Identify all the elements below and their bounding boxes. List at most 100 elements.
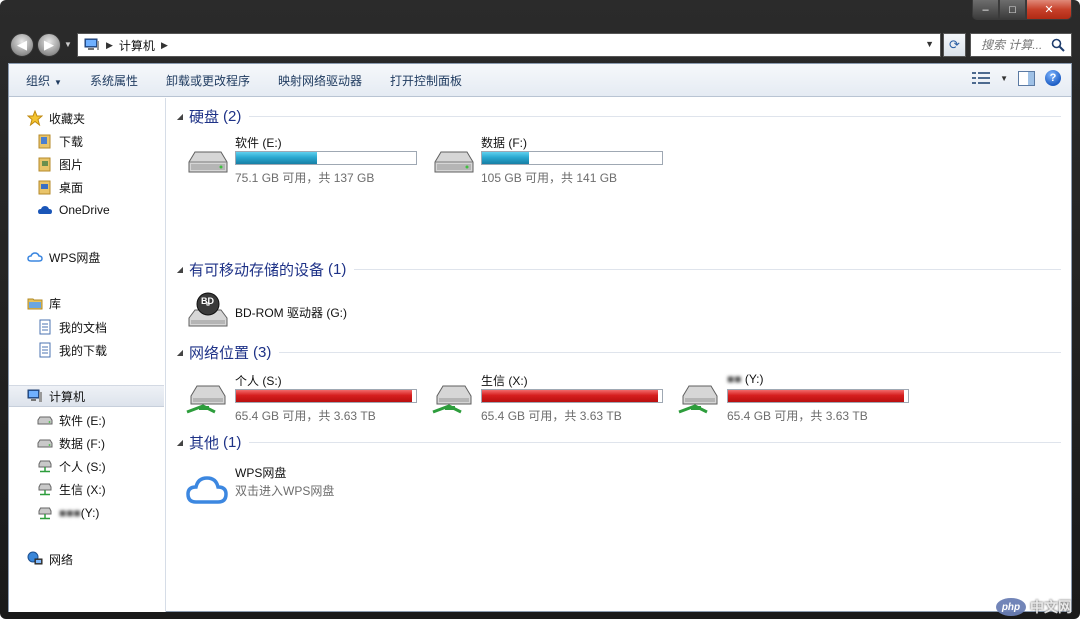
drive-free-space: 65.4 GB 可用，共 3.63 TB [481, 409, 622, 423]
sidebar-item-label: 计算机 [49, 389, 86, 404]
network-drive-icon [37, 505, 53, 521]
drive-tile-s[interactable]: 个人 (S:) 65.4 GB 可用，共 3.63 TB [185, 372, 425, 423]
close-button[interactable]: ✕ [1026, 0, 1072, 20]
computer-icon [27, 388, 43, 404]
sidebar-item-desktop[interactable]: 桌面 [9, 176, 164, 198]
group-divider [249, 115, 1061, 117]
network-drive-icon [432, 385, 472, 414]
recent-pages-dropdown[interactable]: ▼ [64, 40, 72, 49]
address-dropdown-icon[interactable]: ▼ [925, 39, 934, 49]
refresh-button[interactable]: ⟳ [943, 33, 966, 57]
group-count: (1) [328, 260, 347, 278]
sidebar-item-computer[interactable]: 计算机 [9, 385, 164, 407]
view-controls: ▼ ? [972, 70, 1061, 86]
preview-pane-icon[interactable] [1018, 70, 1035, 86]
drive-name: 软件 (E:) [235, 136, 282, 150]
sidebar-item-label: WPS网盘 [49, 250, 101, 265]
explorer-content: 组织▼ 系统属性 卸载或更改程序 映射网络驱动器 打开控制面板 ▼ ? 收藏夹 [8, 63, 1072, 612]
maximize-button[interactable]: □ [999, 0, 1026, 20]
collapse-triangle-icon[interactable]: ◢ [171, 438, 189, 447]
collapse-triangle-icon[interactable]: ◢ [171, 348, 189, 357]
back-button[interactable]: ◀ [10, 33, 34, 57]
search-input[interactable] [981, 38, 1051, 52]
drive-tile-y[interactable]: ■■ (Y:) 65.4 GB 可用，共 3.63 TB [677, 372, 917, 423]
group-divider [279, 351, 1061, 353]
open-control-panel-button[interactable]: 打开控制面板 [376, 72, 476, 89]
wps-drive-tile[interactable]: WPS网盘 双击进入WPS网盘 [185, 464, 425, 514]
sidebar-item-onedrive[interactable]: OneDrive [9, 199, 164, 221]
breadcrumb-separator-icon[interactable]: ▶ [106, 40, 113, 51]
sidebar-item-my-documents[interactable]: 我的文档 [9, 316, 164, 338]
sidebar-item-drive-x[interactable]: 生信 (X:) [9, 478, 164, 500]
forward-arrow-icon: ▶ [44, 37, 54, 52]
back-arrow-icon: ◀ [17, 37, 27, 52]
system-properties-button[interactable]: 系统属性 [76, 72, 152, 89]
sidebar-item-my-downloads[interactable]: 我的下载 [9, 339, 164, 361]
view-options-chevron-icon[interactable]: ▼ [1000, 74, 1008, 83]
map-network-drive-button[interactable]: 映射网络驱动器 [264, 72, 376, 89]
group-header-other[interactable]: ◢ 其他 (1) [167, 431, 1065, 453]
collapse-triangle-icon[interactable]: ◢ [171, 265, 189, 274]
change-view-icon[interactable] [972, 71, 991, 85]
window-frame: – □ ✕ ◀ ▶ ▼ ▶ 计算机 ▶ ▼ ⟳ 组织▼ 系统属性 卸载或更改程序… [0, 0, 1080, 619]
wps-cloud-icon [27, 249, 43, 265]
group-header-network-locations[interactable]: ◢ 网络位置 (3) [167, 341, 1065, 363]
sidebar-item-drive-e[interactable]: 软件 (E:) [9, 409, 164, 431]
group-header-hard-drives[interactable]: ◢ 硬盘 (2) [167, 105, 1065, 127]
group-count: (3) [253, 343, 272, 361]
address-bar[interactable]: ▶ 计算机 ▶ ▼ [77, 33, 941, 57]
sidebar-item-pictures[interactable]: 图片 [9, 153, 164, 175]
drive-free-space: 105 GB 可用，共 141 GB [481, 171, 618, 185]
sidebar-item-libraries[interactable]: 库 [9, 292, 164, 314]
breadcrumb-computer[interactable]: 计算机 [119, 37, 155, 54]
drive-tile-f[interactable]: 数据 (F:) 105 GB 可用，共 141 GB [431, 134, 671, 185]
network-drive-icon [37, 458, 53, 474]
library-icon [27, 295, 43, 311]
uninstall-program-button[interactable]: 卸载或更改程序 [152, 72, 264, 89]
help-icon[interactable]: ? [1045, 70, 1061, 86]
sidebar-item-label: 收藏夹 [49, 111, 86, 126]
sidebar-item-wps-drive[interactable]: WPS网盘 [9, 246, 164, 268]
breadcrumb-separator-icon[interactable]: ▶ [161, 40, 168, 51]
watermark: php 中文网 [996, 597, 1072, 617]
sidebar-item-label: 下载 [59, 134, 84, 149]
refresh-icon: ⟳ [949, 37, 960, 52]
drive-tile-g[interactable]: BD BD-ROM 驱动器 (G:) [185, 286, 425, 336]
drive-tile-e[interactable]: 软件 (E:) 75.1 GB 可用，共 137 GB [185, 134, 425, 185]
group-count: (1) [223, 433, 242, 451]
sidebar-item-label: 个人 (S:) [59, 459, 106, 474]
search-icon[interactable] [1051, 38, 1065, 52]
organize-menu[interactable]: 组织 ▼ [9, 72, 76, 89]
sidebar-item-drive-s[interactable]: 个人 (S:) [9, 455, 164, 477]
group-divider [249, 441, 1061, 443]
minimize-button[interactable]: – [972, 0, 999, 20]
caption-buttons: – □ ✕ [972, 0, 1072, 20]
forward-button[interactable]: ▶ [37, 33, 61, 57]
pictures-folder-icon [37, 156, 53, 172]
drive-free-space: 65.4 GB 可用，共 3.63 TB [235, 409, 376, 423]
sidebar-item-drive-f[interactable]: 数据 (F:) [9, 432, 164, 454]
onedrive-cloud-icon [37, 202, 53, 218]
drive-usage-bar [235, 389, 417, 403]
group-divider [354, 268, 1061, 270]
drive-tile-x[interactable]: 生信 (X:) 65.4 GB 可用，共 3.63 TB [431, 372, 671, 423]
sidebar-item-drive-y[interactable]: ■■■ (Y:) [9, 502, 164, 524]
drive-name: 生信 (X:) [481, 374, 528, 388]
group-title: 有可移动存储的设备 [189, 261, 325, 279]
star-icon [27, 110, 43, 126]
sidebar-item-downloads[interactable]: 下载 [9, 130, 164, 152]
network-drive-icon [678, 385, 718, 414]
usage-fill [236, 390, 413, 402]
group-header-removable[interactable]: ◢ 有可移动存储的设备 (1) [167, 258, 1065, 280]
php-logo: php [996, 598, 1026, 616]
drive-usage-bar [235, 151, 417, 165]
search-box[interactable] [970, 33, 1072, 57]
collapse-triangle-icon[interactable]: ◢ [171, 112, 189, 121]
sidebar-item-label: (Y:) [80, 506, 100, 520]
sidebar-item-favorites[interactable]: 收藏夹 [9, 107, 164, 129]
blurred-drive-name: ■■ [727, 372, 742, 386]
sidebar-item-label: 桌面 [59, 180, 84, 195]
sidebar-item-network[interactable]: 网络 [9, 548, 164, 570]
watermark-text: 中文网 [1030, 599, 1072, 615]
wps-drive-name: WPS网盘 [235, 466, 287, 480]
